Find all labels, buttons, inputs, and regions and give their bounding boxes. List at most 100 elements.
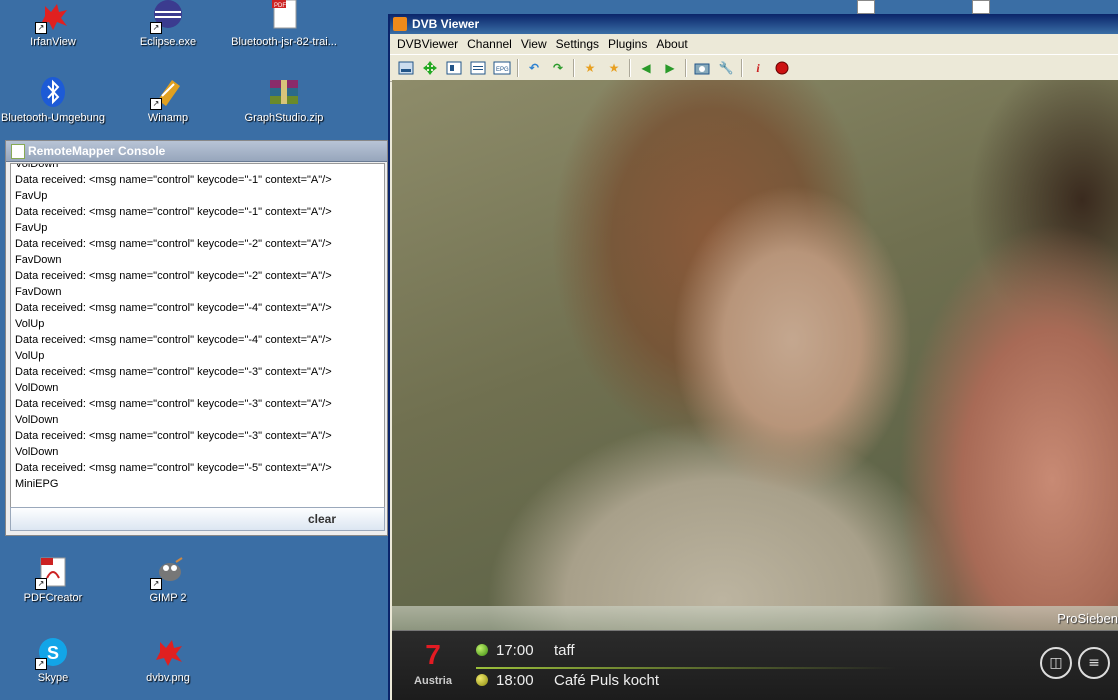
menu-dvbviewer[interactable]: DVBViewer [395, 34, 465, 54]
desktop-icon-eclipse[interactable]: ↗ Eclipse.exe [110, 0, 226, 48]
menu-channel[interactable]: Channel [465, 34, 519, 54]
eclipse-icon: ↗ [150, 0, 184, 34]
pdfcreator-icon: ↗ [35, 556, 69, 590]
snapshot-icon[interactable] [693, 59, 711, 77]
log-line: Data received: <msg name="control" keyco… [15, 398, 332, 410]
desktop-icon-label: Winamp [147, 112, 189, 124]
log-line: VolDown [15, 382, 59, 394]
desktop-icon-skype[interactable]: S ↗ Skype [0, 636, 111, 684]
desktop-icon-graphstudio[interactable]: GraphStudio.zip [226, 76, 342, 124]
logo-region: Austria [414, 675, 452, 687]
record-icon[interactable] [773, 59, 791, 77]
log-line: Data received: <msg name="control" keyco… [15, 366, 332, 378]
desktop-icon-label: Skype [37, 672, 69, 684]
forward-icon[interactable]: ↷ [549, 59, 567, 77]
now-time: 17:00 [496, 641, 534, 659]
log-line: FavUp [15, 190, 48, 202]
irfanview-icon: ↗ [35, 0, 69, 34]
channel-strip [392, 606, 1118, 630]
log-line: Data received: <msg name="control" keyco… [15, 238, 332, 250]
prosieben-logo: 7 [425, 639, 441, 670]
desktop-icon-gimp[interactable]: ↗ GIMP 2 [110, 556, 226, 604]
osd-panel: 7 Austria 17:00 taff 18:00 Café Puls koc… [392, 630, 1118, 700]
channel-name: ProSieben [1057, 611, 1118, 626]
log-line: VolUp [15, 318, 45, 330]
desktop-icon-label: PDFCreator [23, 592, 83, 604]
pdf-icon: PDF [268, 0, 300, 32]
menu-plugins[interactable]: Plugins [606, 34, 654, 54]
epg-icon[interactable]: EPG [493, 59, 511, 77]
log-line: FavUp [15, 222, 48, 234]
console-titlebar[interactable]: RemoteMapper Console [6, 141, 387, 162]
osd-icon[interactable] [397, 59, 415, 77]
dvb-app-icon [393, 17, 407, 31]
skype-icon: S ↗ [35, 636, 69, 670]
dvb-viewer-window[interactable]: DVB Viewer DVBViewer Channel View Settin… [388, 14, 1118, 700]
next-program: 18:00 Café Puls kocht [476, 667, 659, 693]
log-line: Data received: <msg name="control" keyco… [15, 334, 332, 346]
vol-up-icon[interactable]: ▶ [661, 59, 679, 77]
now-program: 17:00 taff [476, 637, 575, 663]
console-log-lines: VolDown Data received: <msg name="control… [15, 163, 332, 492]
desktop-icon-label: IrfanView [30, 36, 76, 48]
log-line: Data received: <msg name="control" keyco… [15, 206, 332, 218]
desktop-icon-label: Bluetooth-Umgebung [1, 112, 105, 124]
dual-view-icon[interactable]: ◫ [1040, 647, 1072, 679]
menu-about[interactable]: About [654, 34, 694, 54]
log-line: VolDown [15, 446, 59, 458]
log-line: Data received: <msg name="control" keyco… [15, 430, 332, 442]
svg-text:PDF: PDF [274, 3, 286, 9]
next-indicator-icon [476, 674, 488, 686]
log-line: Data received: <msg name="control" keyco… [15, 462, 332, 474]
dvb-title: DVB Viewer [412, 17, 480, 31]
vol-down-icon[interactable]: ◀ [637, 59, 655, 77]
move-icon[interactable] [421, 59, 439, 77]
log-line: VolUp [15, 350, 45, 362]
log-line: FavDown [15, 254, 62, 266]
desktop-icon-bluetooth-jsr[interactable]: PDF Bluetooth-jsr-82-trai... [226, 0, 342, 48]
desktop-icon-irfanview[interactable]: ↗ IrfanView [0, 0, 111, 48]
desktop-icon-label: GIMP 2 [149, 592, 187, 604]
svg-text:EPG: EPG [496, 67, 509, 73]
teletext-icon[interactable] [445, 59, 463, 77]
video-area[interactable]: ProSieben 7 Austria 17:00 taff 18:00 Caf… [392, 80, 1118, 700]
fav-next-icon[interactable]: ★ [605, 59, 623, 77]
log-line: Data received: <msg name="control" keyco… [15, 270, 332, 282]
options-icon[interactable]: 🔧 [717, 59, 735, 77]
image-icon [152, 636, 184, 668]
desktop-icon-pdfcreator[interactable]: ↗ PDFCreator [0, 556, 111, 604]
clear-button[interactable]: clear [10, 507, 385, 531]
next-time: 18:00 [496, 671, 534, 689]
now-indicator-icon [476, 644, 488, 656]
console-log[interactable]: VolDown Data received: <msg name="control… [10, 163, 385, 509]
window-icon[interactable] [469, 59, 487, 77]
desktop-icon-winamp[interactable]: ↗ Winamp [110, 76, 226, 124]
desktop-icon-label: dvbv.png [146, 672, 190, 684]
fav-prev-icon[interactable]: ★ [581, 59, 599, 77]
dvb-titlebar[interactable]: DVB Viewer [390, 14, 1118, 34]
log-line: MiniEPG [15, 478, 59, 490]
desktop-icon-label: Eclipse.exe [139, 36, 197, 48]
log-line: Data received: <msg name="control" keyco… [15, 302, 332, 314]
back-icon[interactable]: ↶ [525, 59, 543, 77]
console-title: RemoteMapper Console [28, 144, 166, 158]
menu-settings[interactable]: Settings [554, 34, 606, 54]
log-line: VolDown [15, 163, 59, 170]
menu-view[interactable]: View [519, 34, 554, 54]
info-icon[interactable]: i [749, 59, 767, 77]
remotemapper-console-window[interactable]: RemoteMapper Console VolDown Data receive… [5, 140, 388, 536]
log-line: FavDown [15, 286, 62, 298]
desktop-icon-label: Bluetooth-jsr-82-trai... [231, 36, 337, 48]
desktop-icon-dvbv[interactable]: dvbv.png [110, 636, 226, 684]
menu-icon[interactable]: ≡ [1078, 647, 1110, 679]
next-title: Café Puls kocht [554, 671, 660, 689]
java-icon [11, 144, 25, 159]
desktop-icon-bluetooth-umgebung[interactable]: Bluetooth-Umgebung [0, 76, 111, 124]
now-title: taff [554, 641, 575, 659]
log-line: VolDown [15, 414, 59, 426]
desktop-file-icon[interactable] [972, 0, 990, 14]
desktop-file-icon[interactable] [857, 0, 875, 14]
desktop-icon-label: GraphStudio.zip [244, 112, 324, 124]
bluetooth-icon [37, 76, 69, 108]
dvb-menubar: DVBViewer Channel View Settings Plugins … [390, 34, 1118, 54]
